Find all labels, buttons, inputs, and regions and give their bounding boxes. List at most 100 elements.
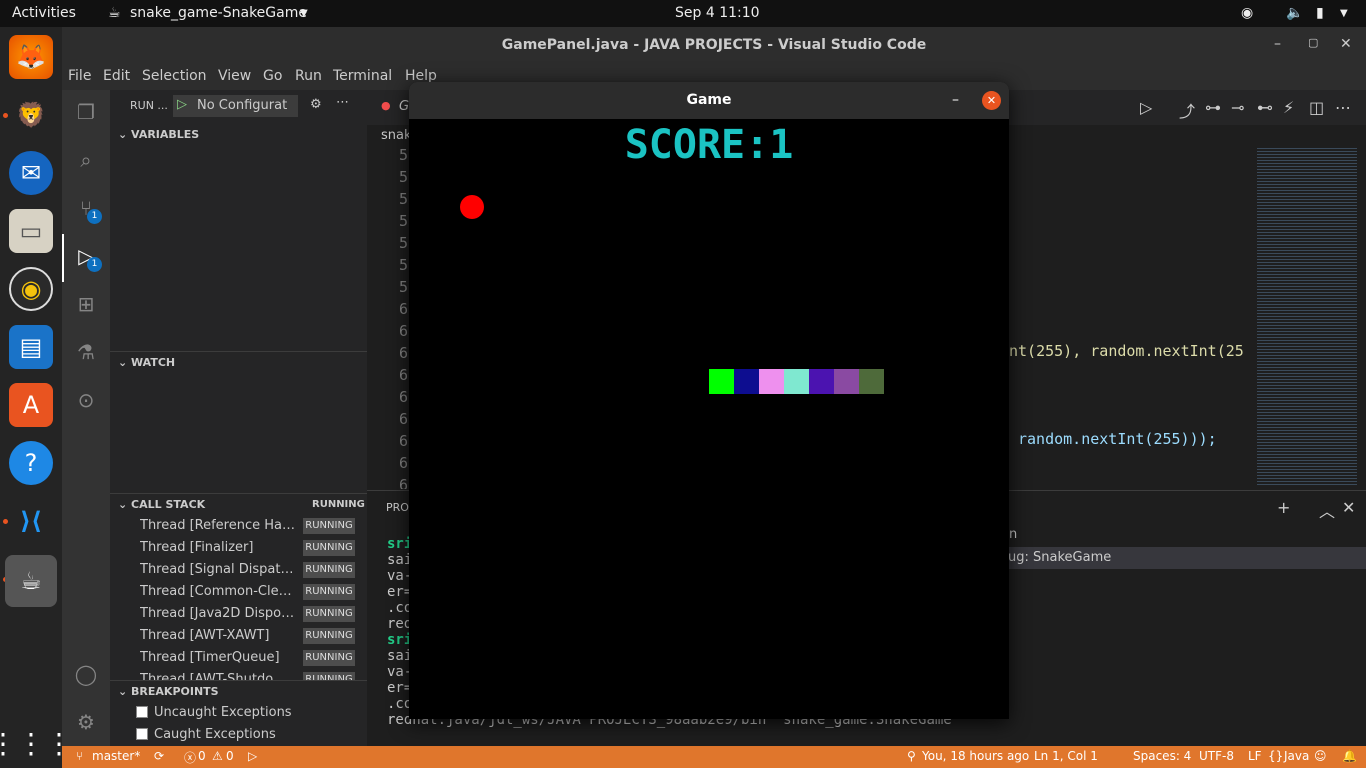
thunderbird-icon[interactable]: ✉ [9,151,53,195]
thread-row[interactable]: Thread [Finalizer] RUNNING [110,540,367,558]
line-number: 5 [399,212,409,230]
breadcrumb[interactable]: snak [381,128,412,143]
breakpoints-section-header[interactable]: ⌄ BREAKPOINTS [110,681,367,703]
line-number: 5 [399,168,409,186]
running-indicator [3,113,8,118]
menu-terminal[interactable]: Terminal [333,68,392,84]
notifications-icon[interactable]: 🔔 [1342,749,1357,763]
gear-icon[interactable]: ⚙ [74,710,98,734]
rhythmbox-icon[interactable]: ◉ [9,267,53,311]
debug-status-icon[interactable]: ▷ [248,749,257,763]
menu-run[interactable]: Run [295,68,322,84]
account-icon[interactable]: ◯ [74,662,98,686]
thread-name: Thread [AWT-Shutdown] [140,672,295,680]
software-icon[interactable]: A [9,383,53,427]
extensions-icon[interactable]: ⊞ [74,292,98,316]
maximize-icon[interactable]: ▢ [1308,36,1318,49]
explorer-icon[interactable]: ❐ [74,100,98,124]
code-line[interactable]: random.nextInt(255))); [1018,430,1217,448]
terminal-list-item[interactable]: ug: SnakeGame [1003,547,1366,569]
vscode-icon[interactable]: ⟩⟨ [9,499,53,543]
debug-step-icon[interactable]: ⤴ [1179,98,1195,122]
activities-button[interactable]: Activities [12,5,76,21]
testing-icon[interactable]: ⚗ [74,340,98,364]
thread-row[interactable]: Thread [Java2D Disposer] RUNNING [110,606,367,624]
git-blame[interactable]: You, 18 hours ago [922,749,1029,763]
thread-state: RUNNING [303,584,355,600]
variables-section-header[interactable]: ⌄ VARIABLES [110,124,367,146]
language-mode[interactable]: Java [1284,749,1309,763]
minimize-icon[interactable]: – [952,82,959,119]
app-menu[interactable]: snake_game-SnakeGame [130,5,307,21]
sync-icon[interactable]: ⟳ [154,749,164,763]
system-menu-chevron-icon[interactable]: ▼ [1340,8,1348,19]
warning-icon: ⚠ [212,749,223,763]
indentation[interactable]: Spaces: 4 [1133,749,1191,763]
gear-icon[interactable]: ⚙ [310,97,322,112]
callstack-section-header[interactable]: ⌄ CALL STACK RUNNING [110,494,367,516]
git-graph-icon[interactable]: ⊙ [74,388,98,412]
cursor-position[interactable]: Ln 1, Col 1 [1034,749,1098,763]
encoding[interactable]: UTF-8 [1199,749,1234,763]
menu-view[interactable]: View [218,68,251,84]
minimize-icon[interactable]: – [1274,36,1281,52]
files-icon[interactable]: ▭ [9,209,53,253]
more-actions-icon[interactable]: ⋯ [1335,98,1351,117]
thread-row[interactable]: Thread [Reference Han... RUNNING [110,518,367,536]
step-into-icon[interactable]: ⊸ [1231,98,1244,117]
warning-count[interactable]: 0 [226,749,234,763]
line-number: 5 [399,256,409,274]
app-menu-icon: ☕ [108,5,121,21]
close-icon[interactable]: ✕ [1340,36,1352,52]
new-terminal-icon[interactable]: + [1277,498,1290,517]
menu-edit[interactable]: Edit [103,68,130,84]
thread-row[interactable]: Thread [Signal Dispatch... RUNNING [110,562,367,580]
start-debug-icon[interactable]: ▷ [177,97,187,112]
minimap[interactable] [1257,146,1357,486]
menu-go[interactable]: Go [263,68,282,84]
thread-row[interactable]: Thread [AWT-XAWT] RUNNING [110,628,367,646]
firefox-icon[interactable]: 🦊 [9,35,53,79]
branch-icon: ⑂ [76,749,84,763]
close-panel-icon[interactable]: ✕ [1342,498,1355,517]
menu-file[interactable]: File [68,68,91,84]
launch-config-dropdown[interactable]: ▷ No Configurati [173,95,298,117]
line-ending[interactable]: LF [1248,749,1262,763]
terminal-dropdown[interactable]: n [1009,527,1017,542]
thread-row[interactable]: Thread [TimerQueue] RUNNING [110,650,367,668]
more-actions-icon[interactable]: ⋯ [336,95,349,110]
uncaught-exceptions-checkbox[interactable] [136,706,148,718]
debug-sidebar: RUN ... ▷ No Configurati ⚙ ⋯ ⌄ VARIABLES… [110,90,367,746]
maximize-panel-icon[interactable]: ︿ [1319,498,1335,522]
panel-tab-problems[interactable]: PRO [386,501,409,514]
menu-selection[interactable]: Selection [142,68,207,84]
java-file-icon: ● [381,99,391,112]
step-over-icon[interactable]: ⊶ [1205,98,1221,117]
debug-continue-icon[interactable]: ▷ [1140,98,1152,117]
thread-row[interactable]: Thread [Common-Clean... RUNNING [110,584,367,602]
branch-status[interactable]: master* [92,749,140,763]
feedback-icon[interactable]: ☺ [1314,749,1327,763]
thread-row[interactable]: Thread [AWT-Shutdown] RUNNING [110,672,367,680]
brave-icon[interactable]: 🦁 [9,93,53,137]
watch-section-header[interactable]: ⌄ WATCH [110,352,367,374]
java-app-icon[interactable]: ☕ [5,555,57,607]
thread-state: RUNNING [303,650,355,666]
writer-icon[interactable]: ▤ [9,325,53,369]
split-editor-icon[interactable]: ◫ [1309,98,1324,117]
close-icon[interactable]: ✕ [982,91,1001,110]
volume-icon[interactable]: 🔈 [1286,5,1303,21]
code-line[interactable]: nt(255), random.nextInt(25 [1009,342,1244,360]
help-icon[interactable]: ? [9,441,53,485]
app-grid-icon[interactable]: ⋮⋮⋮ [0,721,73,765]
caught-exceptions-checkbox[interactable] [136,728,148,740]
step-out-icon[interactable]: ⊷ [1257,98,1273,117]
clock[interactable]: Sep 4 11:10 [675,5,760,21]
network-icon[interactable]: ◉ [1241,5,1253,21]
search-icon[interactable]: ⌕ [74,148,98,172]
editor-tab[interactable]: G [399,99,409,114]
line-number: 6 [399,388,409,406]
error-count[interactable]: 0 [198,749,206,763]
battery-icon[interactable]: ▮ [1316,5,1324,21]
hot-reload-icon[interactable]: ⚡ [1283,98,1294,117]
